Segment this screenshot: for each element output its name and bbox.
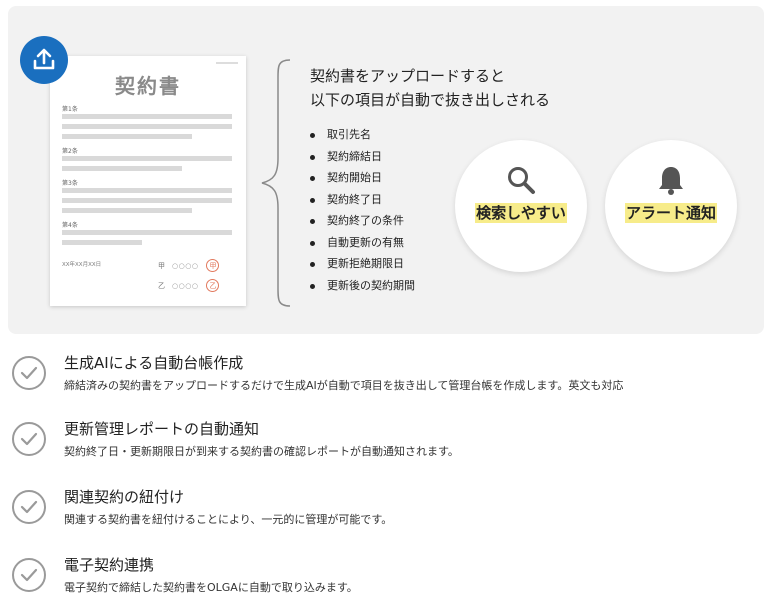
search-feature-circle: 検索しやすい — [455, 140, 587, 272]
document-date: XX年XX月XX日 — [62, 262, 102, 268]
document-text-line — [62, 114, 232, 119]
feature-auto-ledger: 生成AIによる自動台帳作成 締結済みの契約書をアップロードするだけで生成AIが自… — [10, 352, 760, 402]
upload-button[interactable] — [20, 36, 68, 84]
check-icon — [12, 422, 46, 456]
seal-b-icon: 乙 — [206, 279, 220, 292]
feature-description: 締結済みの契約書をアップロードするだけで生成AIが自動で項目を抜き出して管理台帳… — [64, 379, 624, 392]
feature-title: 生成AIによる自動台帳作成 — [64, 354, 244, 372]
document-text-line — [62, 198, 232, 203]
search-feature-label: 検索しやすい — [475, 203, 567, 223]
search-icon — [508, 167, 535, 194]
signature-row-b: 乙 ○○○○ 乙 — [158, 279, 220, 292]
party-b-label: 乙 — [158, 281, 165, 290]
document-top-line — [216, 62, 238, 64]
feature-title: 更新管理レポートの自動通知 — [64, 420, 260, 438]
document-text-line — [62, 124, 232, 129]
check-icon — [12, 558, 46, 592]
list-item: 取引先名 — [308, 124, 415, 146]
signature-row-a: 甲 ○○○○ 甲 — [158, 259, 220, 272]
feature-e-contract-integration: 電子契約連携 電子契約で締結した契約書をOLGAに自動で取り込みます。 — [10, 554, 760, 604]
list-item: 自動更新の有無 — [308, 232, 415, 254]
feature-description: 契約終了日・更新期限日が到来する契約書の確認レポートが自動通知されます。 — [64, 445, 459, 458]
heading-line-2: 以下の項目が自動で抜き出しされる — [310, 91, 551, 109]
feature-title: 電子契約連携 — [64, 556, 155, 574]
feature-related-contracts: 関連契約の紐付け 関連する契約書を紐付けることにより、一元的に管理が可能です。 — [10, 486, 760, 536]
document-section-label: 第2条 — [62, 148, 78, 155]
list-item: 契約締結日 — [308, 146, 415, 168]
document-text-line — [62, 208, 192, 213]
document-title: 契約書 — [115, 74, 181, 98]
list-item: 契約開始日 — [308, 167, 415, 189]
list-item: 更新後の契約期間 — [308, 275, 415, 297]
feature-renewal-report: 更新管理レポートの自動通知 契約終了日・更新期限日が到来する契約書の確認レポート… — [10, 418, 760, 468]
feature-description: 関連する契約書を紐付けることにより、一元的に管理が可能です。 — [64, 513, 393, 526]
heading-line-1: 契約書をアップロードすると — [310, 67, 506, 85]
document-text-line — [62, 230, 232, 235]
document-text-line — [62, 188, 232, 193]
upload-icon — [33, 48, 55, 70]
extraction-heading: 契約書をアップロードすると 以下の項目が自動で抜き出しされる — [310, 64, 550, 112]
check-icon — [12, 356, 46, 390]
party-a-label: 甲 — [158, 261, 165, 270]
check-icon — [12, 490, 46, 524]
signature-placeholder: ○○○○ — [172, 261, 199, 270]
list-item: 更新拒絶期限日 — [308, 253, 415, 275]
list-item: 契約終了日 — [308, 189, 415, 211]
curly-brace-icon — [261, 59, 291, 307]
feature-description: 電子契約で締結した契約書をOLGAに自動で取り込みます。 — [64, 581, 358, 594]
seal-a-icon: 甲 — [206, 259, 220, 272]
hero-panel: 契約書 第1条 第2条 第3条 第4条 XX年XX月XX日 甲 ○○○○ 甲 乙… — [8, 6, 764, 334]
document-text-line — [62, 240, 142, 245]
alert-feature-circle: アラート通知 — [605, 140, 737, 272]
document-text-line — [62, 166, 182, 171]
signature-placeholder: ○○○○ — [172, 281, 199, 290]
list-item: 契約終了の条件 — [308, 210, 415, 232]
alert-feature-label: アラート通知 — [624, 203, 717, 223]
document-text-line — [62, 134, 192, 139]
contract-document-illustration: 契約書 第1条 第2条 第3条 第4条 XX年XX月XX日 甲 ○○○○ 甲 乙… — [50, 56, 246, 306]
document-section-label: 第4条 — [62, 222, 78, 229]
document-section-label: 第3条 — [62, 180, 78, 187]
feature-title: 関連契約の紐付け — [64, 488, 185, 506]
extracted-items-list: 取引先名 契約締結日 契約開始日 契約終了日 契約終了の条件 自動更新の有無 更… — [308, 124, 415, 296]
document-text-line — [62, 156, 232, 161]
bell-icon — [659, 167, 683, 195]
document-section-label: 第1条 — [62, 106, 78, 113]
